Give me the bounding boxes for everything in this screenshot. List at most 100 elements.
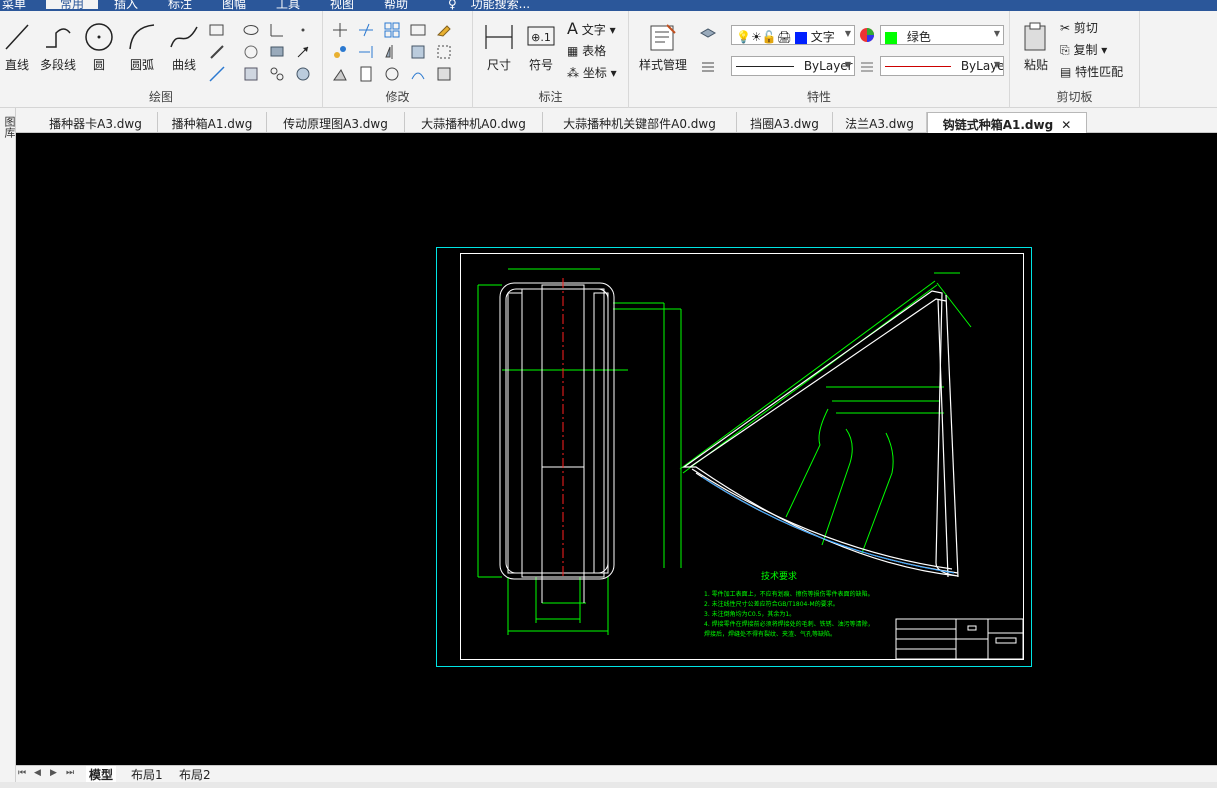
menu-item-insert[interactable]: 插入 bbox=[114, 0, 138, 11]
side-view-dimensions bbox=[679, 272, 972, 554]
first-layout-icon[interactable]: ⏮ bbox=[18, 768, 26, 778]
break-icon[interactable] bbox=[357, 65, 375, 83]
color-wheel-icon[interactable] bbox=[858, 26, 876, 44]
symbol-tool-label: 符号 bbox=[528, 58, 553, 72]
line-tool[interactable]: 直线 bbox=[0, 21, 34, 73]
menu-search[interactable]: ♀ 功能搜索... bbox=[448, 0, 530, 11]
lineweight-preview bbox=[885, 66, 951, 67]
paste-tool[interactable]: 粘贴 bbox=[1016, 21, 1056, 73]
menu-item-annotate[interactable]: 标注 bbox=[168, 0, 192, 11]
tab-document[interactable]: 大蒜播种机A0.dwg bbox=[405, 112, 543, 133]
document-tab-bar: 播种器卡A3.dwg 播种箱A1.dwg 传动原理图A3.dwg 大蒜播种机A0… bbox=[16, 112, 1217, 133]
text-tool[interactable]: A 文字 ▾ bbox=[567, 19, 616, 38]
circle-tool[interactable]: 圆 bbox=[82, 21, 116, 73]
scale-icon[interactable] bbox=[409, 43, 427, 61]
next-layout-icon[interactable]: ▶ bbox=[50, 768, 57, 778]
chevron-down-icon: ▼ bbox=[844, 60, 851, 69]
lineweight-combo[interactable]: ByLaye ▼ bbox=[880, 56, 1004, 76]
extend-icon[interactable] bbox=[357, 43, 375, 61]
library-sidebar[interactable]: 图库 bbox=[0, 108, 16, 788]
layer-combo[interactable]: 💡☀🔓🖨 文字 ▼ bbox=[731, 25, 855, 45]
paste-tool-label: 粘贴 bbox=[1023, 58, 1048, 72]
ellipse-icon[interactable] bbox=[242, 21, 260, 39]
layer-icon[interactable] bbox=[699, 25, 717, 43]
hatch-line-icon[interactable] bbox=[208, 43, 226, 61]
menu-item-tools[interactable]: 工具 bbox=[276, 0, 300, 11]
symbol-tool[interactable]: ⊕.1 符号 bbox=[523, 21, 559, 73]
close-icon[interactable]: ✕ bbox=[1061, 118, 1071, 132]
boundary-icon[interactable] bbox=[242, 65, 260, 83]
bulb-icon: 💡☀🔓🖨 bbox=[736, 30, 792, 44]
tab-document[interactable]: 法兰A3.dwg bbox=[833, 112, 927, 133]
color-combo[interactable]: 绿色 ▼ bbox=[880, 25, 1004, 45]
polyline-tool[interactable]: 多段线 bbox=[36, 21, 80, 73]
drawing-canvas[interactable]: 技术要求 1. 零件加工表面上，不应有划痕、擦伤等损伤零件表面的缺陷。 2. 未… bbox=[16, 133, 1217, 765]
dimension-tool-label: 尺寸 bbox=[486, 58, 511, 72]
construction-line-icon[interactable] bbox=[208, 65, 226, 83]
coordinate-icon: ⁂ bbox=[567, 66, 579, 80]
menu-item-home[interactable]: 常用 bbox=[46, 0, 99, 11]
layout-tab-layout1[interactable]: 布局1 bbox=[128, 766, 166, 783]
green-swatch bbox=[885, 31, 897, 44]
copy-tool[interactable]: ⎘ 复制 ▾ bbox=[1060, 41, 1107, 58]
curve-tool[interactable]: 曲线 bbox=[166, 21, 202, 73]
match-properties-label: 特性匹配 bbox=[1075, 65, 1124, 79]
group-icon[interactable] bbox=[268, 65, 286, 83]
tab-document[interactable]: 播种箱A1.dwg bbox=[158, 112, 267, 133]
point-icon[interactable] bbox=[294, 21, 312, 39]
tab-document[interactable]: 传动原理图A3.dwg bbox=[267, 112, 405, 133]
rotate-icon[interactable] bbox=[383, 65, 401, 83]
cut-tool[interactable]: ✂ 剪切 bbox=[1060, 19, 1098, 36]
layout-tab-layout2[interactable]: 布局2 bbox=[176, 766, 214, 783]
eraser-icon[interactable] bbox=[435, 21, 453, 39]
move-icon[interactable] bbox=[331, 21, 349, 39]
prev-layout-icon[interactable]: ◀ bbox=[34, 768, 41, 778]
offset-icon[interactable] bbox=[409, 21, 427, 39]
match-properties-tool[interactable]: ▤ 特性匹配 bbox=[1060, 63, 1123, 80]
table-tool-label: 表格 bbox=[582, 44, 607, 58]
lineweight-icon[interactable] bbox=[699, 57, 717, 75]
trim-icon[interactable] bbox=[357, 21, 375, 39]
explode-icon[interactable] bbox=[435, 43, 453, 61]
layout-tab-model[interactable]: 模型 bbox=[86, 766, 117, 783]
tab-document[interactable]: 播种器卡A3.dwg bbox=[34, 112, 158, 133]
block-icon[interactable] bbox=[268, 43, 286, 61]
menu-item-frame[interactable]: 图幅 bbox=[222, 0, 246, 11]
copy-object-icon[interactable] bbox=[331, 43, 349, 61]
draw-panel: 直线 多段线 圆 圆弧 曲线 绘图 bbox=[0, 11, 323, 108]
menu-bar: 菜单 常用 插入 标注 图幅 工具 视图 帮助 ♀ 功能搜索... bbox=[0, 0, 1217, 11]
stretch-icon[interactable] bbox=[331, 65, 349, 83]
tab-document[interactable]: 挡圈A3.dwg bbox=[737, 112, 833, 133]
table-tool[interactable]: ▦ 表格 bbox=[567, 42, 606, 59]
angle-icon[interactable] bbox=[268, 21, 286, 39]
tab-document[interactable]: 大蒜播种机关键部件A0.dwg bbox=[543, 112, 737, 133]
properties-panel-label: 特性 bbox=[806, 90, 831, 104]
menu-item-view[interactable]: 视图 bbox=[330, 0, 354, 11]
linetype-scale-icon[interactable] bbox=[858, 57, 876, 75]
style-manager-tool[interactable]: 样式管理 bbox=[635, 21, 691, 73]
arc-tool-label: 圆弧 bbox=[129, 58, 154, 72]
paste-icon bbox=[1024, 22, 1046, 51]
modify-panel: 修改 bbox=[323, 11, 473, 108]
arc-tool[interactable]: 圆弧 bbox=[124, 21, 160, 73]
menu-item-help[interactable]: 帮助 bbox=[384, 0, 408, 11]
rectangle-icon[interactable] bbox=[208, 21, 226, 39]
color-combo-value: 绿色 bbox=[906, 30, 931, 44]
last-layout-icon[interactable]: ⏭ bbox=[66, 768, 74, 778]
coordinate-tool-label: 坐标 bbox=[582, 66, 607, 80]
region-icon[interactable] bbox=[242, 43, 260, 61]
coordinate-tool[interactable]: ⁂ 坐标 ▾ bbox=[567, 64, 617, 81]
mirror-icon[interactable] bbox=[383, 43, 401, 61]
clipboard-panel: 粘贴 ✂ 剪切 ⎘ 复制 ▾ ▤ 特性匹配 剪切板 bbox=[1010, 11, 1140, 108]
linetype-combo[interactable]: ByLayer ▼ bbox=[731, 56, 855, 76]
dimension-tool[interactable]: 尺寸 bbox=[479, 21, 519, 73]
wipeout-icon[interactable] bbox=[294, 65, 312, 83]
array-icon[interactable] bbox=[383, 21, 401, 39]
fillet-icon[interactable] bbox=[409, 65, 427, 83]
status-bar bbox=[0, 782, 1217, 788]
tab-document-active[interactable]: 钩链式种箱A1.dwg ✕ bbox=[927, 112, 1087, 133]
properties-edit-icon[interactable] bbox=[435, 65, 453, 83]
arrow-icon[interactable] bbox=[294, 43, 312, 61]
menu-item-menu[interactable]: 菜单 bbox=[2, 0, 26, 11]
curve-icon bbox=[170, 26, 198, 48]
